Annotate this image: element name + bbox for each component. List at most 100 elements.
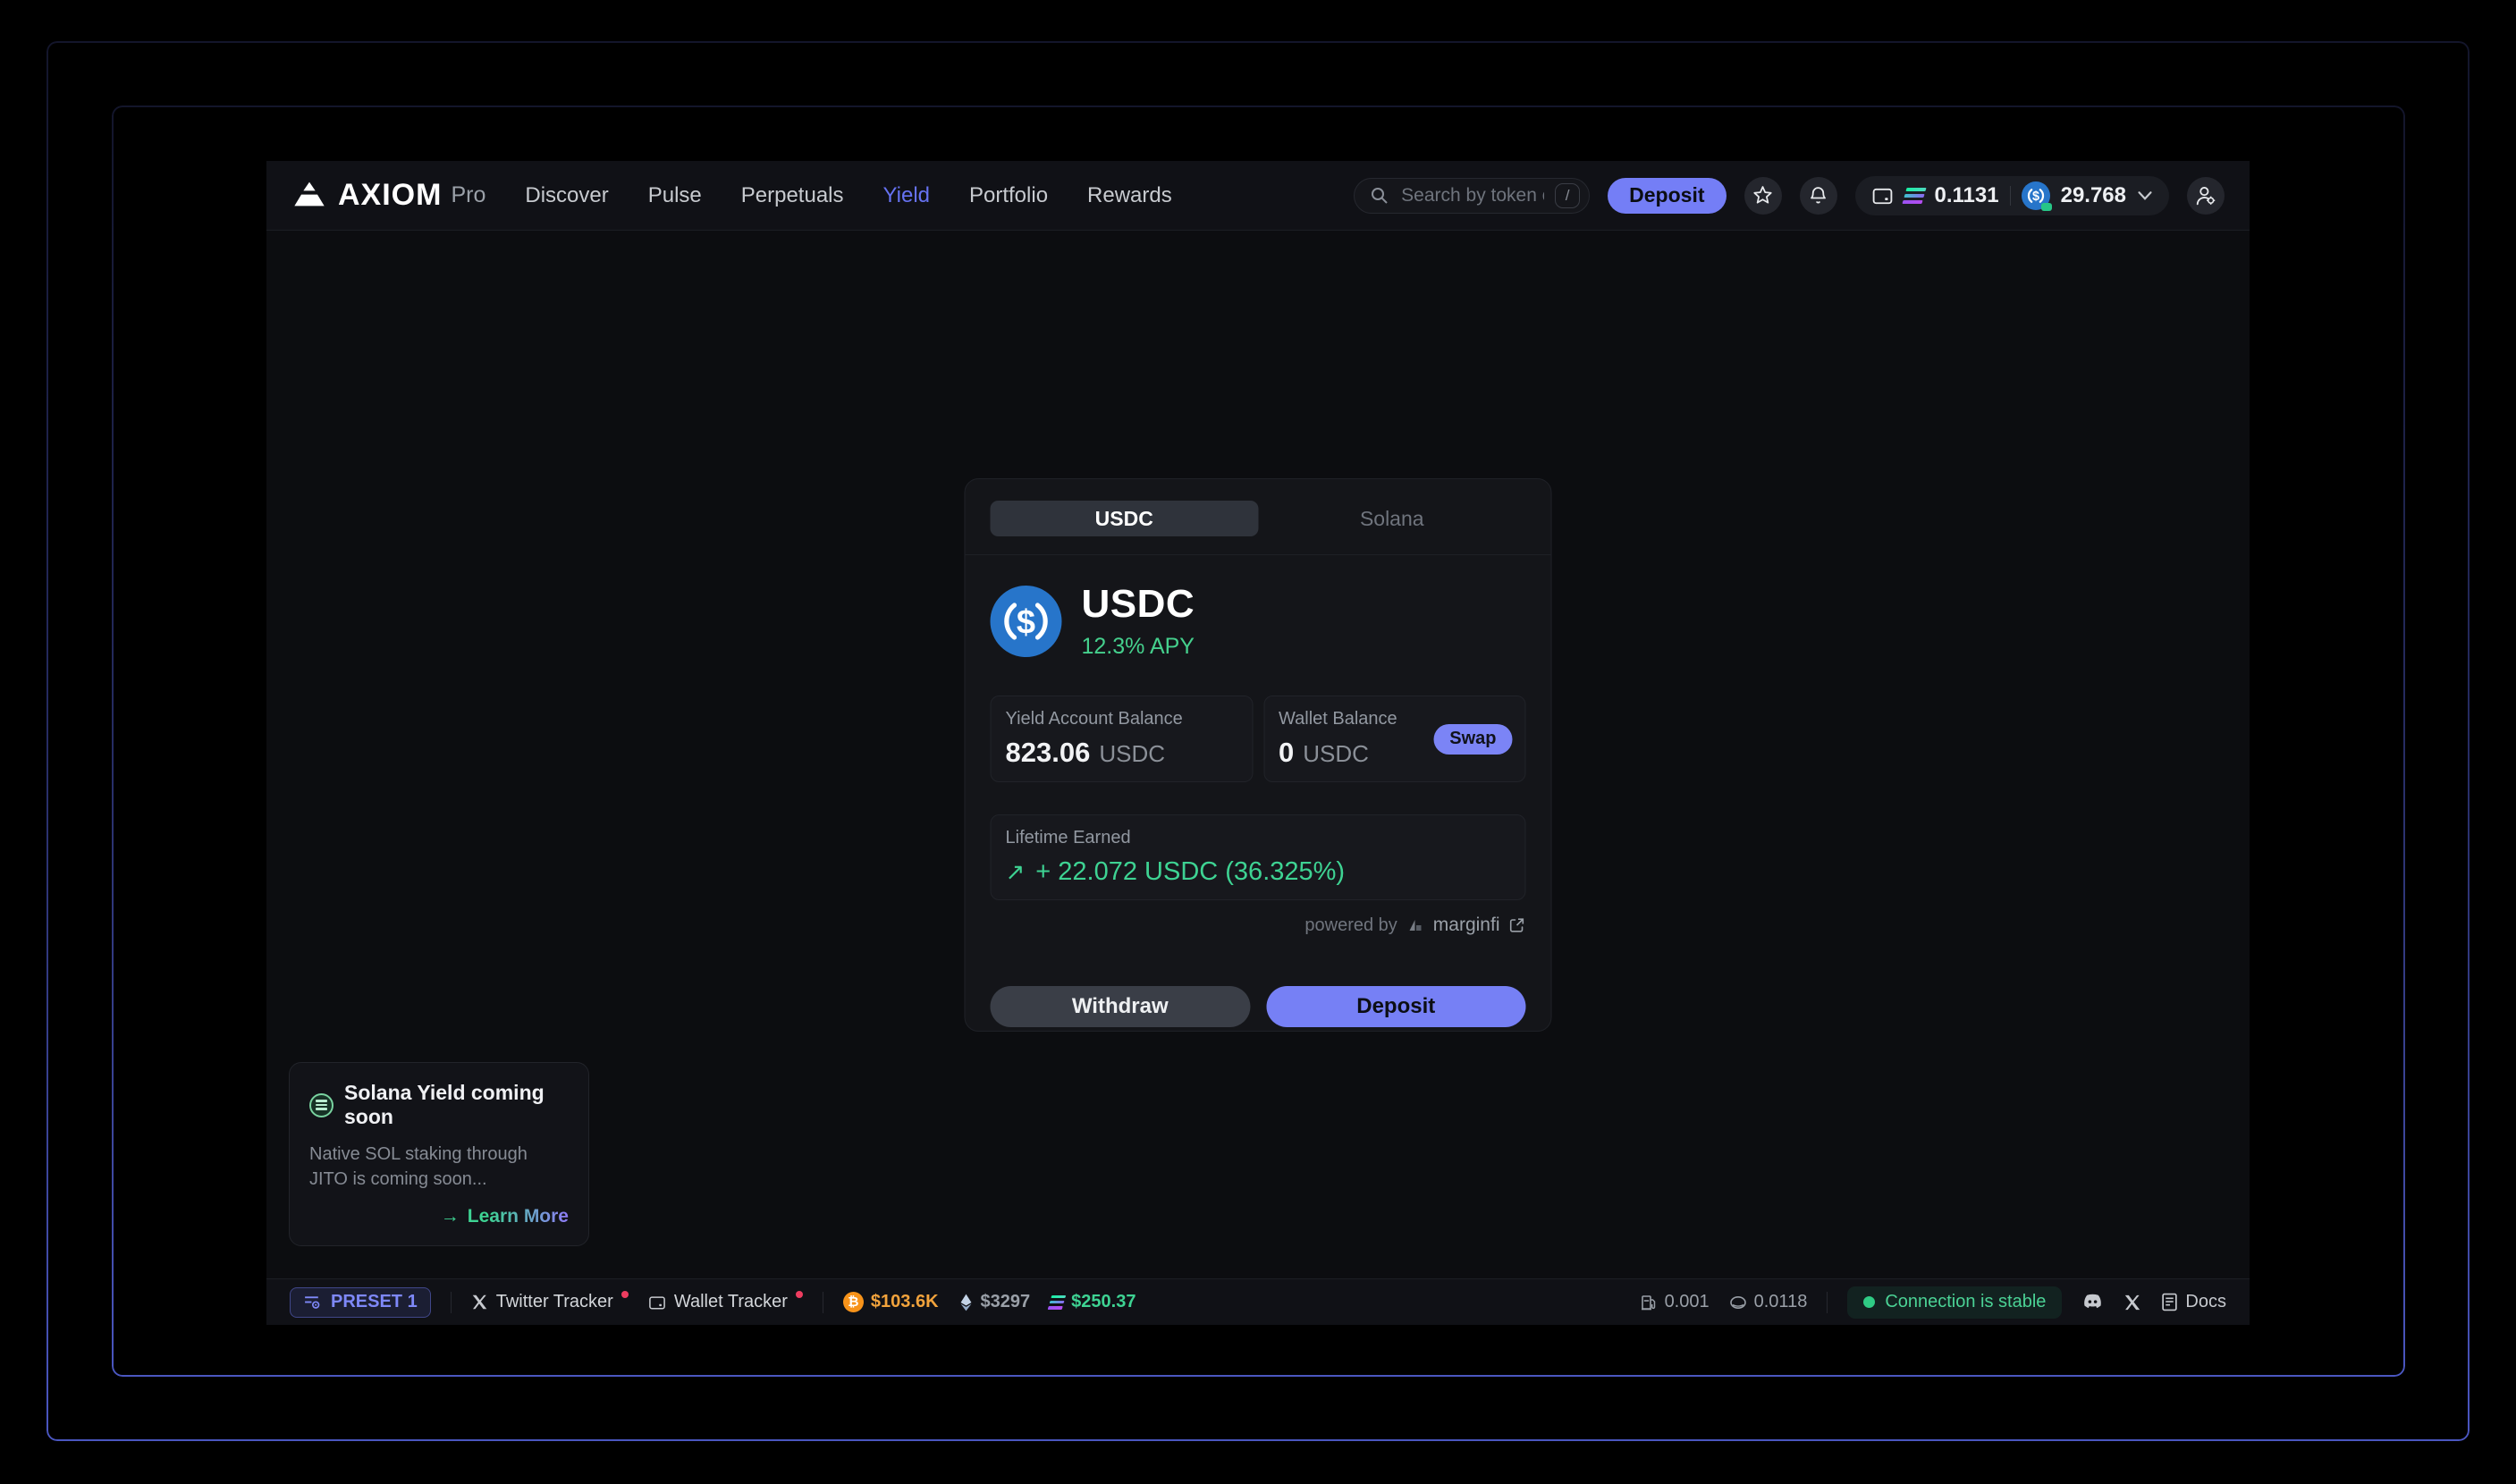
arrow-right-icon: → [440, 1206, 460, 1227]
powered-by-text: powered by [1304, 915, 1397, 935]
learn-more-link[interactable]: → Learn More [309, 1206, 569, 1227]
toast-title: Solana Yield coming soon [344, 1081, 545, 1128]
wallet-icon [1872, 188, 1892, 204]
discord-button[interactable] [2081, 1294, 2104, 1311]
nav-item-yield[interactable]: Yield [883, 183, 930, 208]
gas-pump-icon [1641, 1294, 1655, 1310]
lifetime-earned-label: Lifetime Earned [1005, 828, 1131, 847]
twitter-tracker-button[interactable]: Twitter Tracker [471, 1290, 629, 1312]
btc-ticker[interactable]: ₿ $103.6K [842, 1292, 939, 1312]
wallet-tracker-label: Wallet Tracker [673, 1292, 788, 1311]
connection-label: Connection is stable [1885, 1292, 2047, 1311]
preset-sliders-icon [305, 1296, 320, 1309]
solana-yield-toast: Solana Yield coming soon Native SOL stak… [289, 1062, 589, 1246]
usdc-swap-badge [2040, 202, 2052, 211]
search-hotkey: / [1555, 182, 1581, 208]
lifetime-earned-panel: Lifetime Earned ↗ + 22.072 USDC (36.325%… [990, 814, 1526, 900]
nav-item-perpetuals[interactable]: Perpetuals [741, 183, 844, 208]
usdc-icon-small: $ [2021, 181, 2052, 211]
divider [1827, 1291, 1828, 1313]
powered-by-row[interactable]: powered by marginfi [991, 915, 1526, 936]
yield-balance-label: Yield Account Balance [1005, 709, 1183, 729]
eth-price: $3297 [980, 1292, 1031, 1311]
svg-text:$: $ [1017, 603, 1035, 641]
usdc-balance: 29.768 [2060, 182, 2126, 207]
wallet-tracker-button[interactable]: Wallet Tracker [648, 1290, 803, 1312]
provider-name: marginfi [1432, 915, 1500, 935]
app-window: AXIOM Pro Discover Pulse Perpetuals Yiel… [266, 161, 2250, 1325]
external-link-icon [1509, 918, 1524, 932]
sol-ticker[interactable]: $250.37 [1047, 1292, 1136, 1312]
chevron-down-icon [2138, 191, 2152, 200]
status-bar: PRESET 1 Twitter Tracker Wallet Tracker [266, 1278, 2250, 1325]
bitcoin-icon: ₿ [842, 1292, 864, 1312]
ethereum-icon [960, 1294, 971, 1311]
wallet-balance-unit: USDC [1303, 740, 1369, 767]
brand-suffix: Pro [451, 182, 486, 207]
wallet-balances-chip[interactable]: 0.1131 $ 29.768 [1854, 175, 2169, 215]
chip-divider [2009, 185, 2011, 206]
eth-ticker[interactable]: $3297 [958, 1292, 1031, 1312]
status-dot [1863, 1296, 1876, 1308]
axiom-logo-icon [294, 181, 325, 206]
asset-tabs: USDC Solana [965, 479, 1551, 555]
wallet-balance-panel: Wallet Balance 0 USDC Swap [1263, 696, 1526, 782]
balances-row: Yield Account Balance 823.06 USDC Wallet… [990, 696, 1526, 782]
wallet-small-icon [648, 1295, 665, 1310]
usdc-logo-icon: $ [990, 585, 1062, 657]
gas-value: 0.001 [1664, 1292, 1710, 1311]
solana-coin-icon [309, 1092, 333, 1117]
sol-price: $250.37 [1071, 1292, 1136, 1311]
nav-item-rewards[interactable]: Rewards [1087, 183, 1172, 208]
preset-button[interactable]: PRESET 1 [290, 1286, 431, 1318]
arrow-up-right-icon: ↗ [1005, 858, 1026, 885]
lifetime-earned-value: + 22.072 USDC (36.325%) [1035, 857, 1346, 886]
notification-dot [795, 1290, 803, 1298]
star-icon [1753, 186, 1772, 204]
toast-body: Native SOL staking through JITO is comin… [309, 1144, 528, 1189]
nav-item-pulse[interactable]: Pulse [648, 183, 702, 208]
docs-label: Docs [2185, 1292, 2226, 1311]
notifications-button[interactable] [1799, 176, 1837, 215]
sol-balance: 0.1131 [1934, 182, 1999, 207]
user-settings-icon [2196, 186, 2216, 205]
withdraw-button[interactable]: Withdraw [990, 986, 1250, 1027]
account-menu-button[interactable] [2187, 176, 2225, 215]
token-header: $ USDC 12.3% APY [966, 555, 1551, 660]
tab-solana[interactable]: Solana [1258, 501, 1526, 536]
x-icon [2125, 1294, 2140, 1310]
deposit-button-top[interactable]: Deposit [1608, 177, 1727, 214]
twitter-tracker-label: Twitter Tracker [495, 1292, 613, 1311]
notification-dot [621, 1290, 629, 1298]
token-apy: 12.3% APY [1081, 634, 1195, 659]
svg-text:$: $ [2032, 190, 2039, 204]
search-input[interactable] [1401, 184, 1545, 207]
preset-label: PRESET 1 [331, 1292, 418, 1311]
priority-fee-value: 0.0118 [1753, 1292, 1808, 1311]
brand-logo[interactable]: AXIOM Pro [291, 178, 485, 213]
nav-item-discover[interactable]: Discover [525, 183, 608, 208]
main-content: USDC Solana $ USDC 12.3% APY Yield Accou… [266, 231, 2250, 1278]
document-icon [2162, 1293, 2178, 1311]
marginfi-logo-icon [1409, 920, 1422, 931]
learn-more-label: Learn More [467, 1206, 569, 1227]
search-icon [1372, 187, 1388, 204]
yield-card: USDC Solana $ USDC 12.3% APY Yield Accou… [964, 478, 1552, 1032]
swap-button[interactable]: Swap [1433, 723, 1513, 755]
connection-status: Connection is stable [1847, 1286, 2063, 1319]
solana-icon [1047, 1294, 1067, 1310]
search-box[interactable]: / [1354, 177, 1591, 214]
brand-name: AXIOM [338, 178, 443, 212]
nav-item-portfolio[interactable]: Portfolio [969, 183, 1048, 208]
docs-button[interactable]: Docs [2161, 1292, 2226, 1312]
coin-icon [1729, 1295, 1746, 1309]
watchlist-button[interactable] [1743, 176, 1782, 215]
x-social-button[interactable] [2123, 1294, 2141, 1311]
priority-fee-metric: 0.0118 [1729, 1292, 1808, 1312]
deposit-button[interactable]: Deposit [1266, 986, 1526, 1027]
yield-balance-panel: Yield Account Balance 823.06 USDC [990, 696, 1253, 782]
x-icon [472, 1294, 486, 1310]
tab-usdc[interactable]: USDC [990, 501, 1258, 536]
main-nav: Discover Pulse Perpetuals Yield Portfoli… [525, 183, 1171, 208]
solana-icon [1901, 187, 1927, 204]
